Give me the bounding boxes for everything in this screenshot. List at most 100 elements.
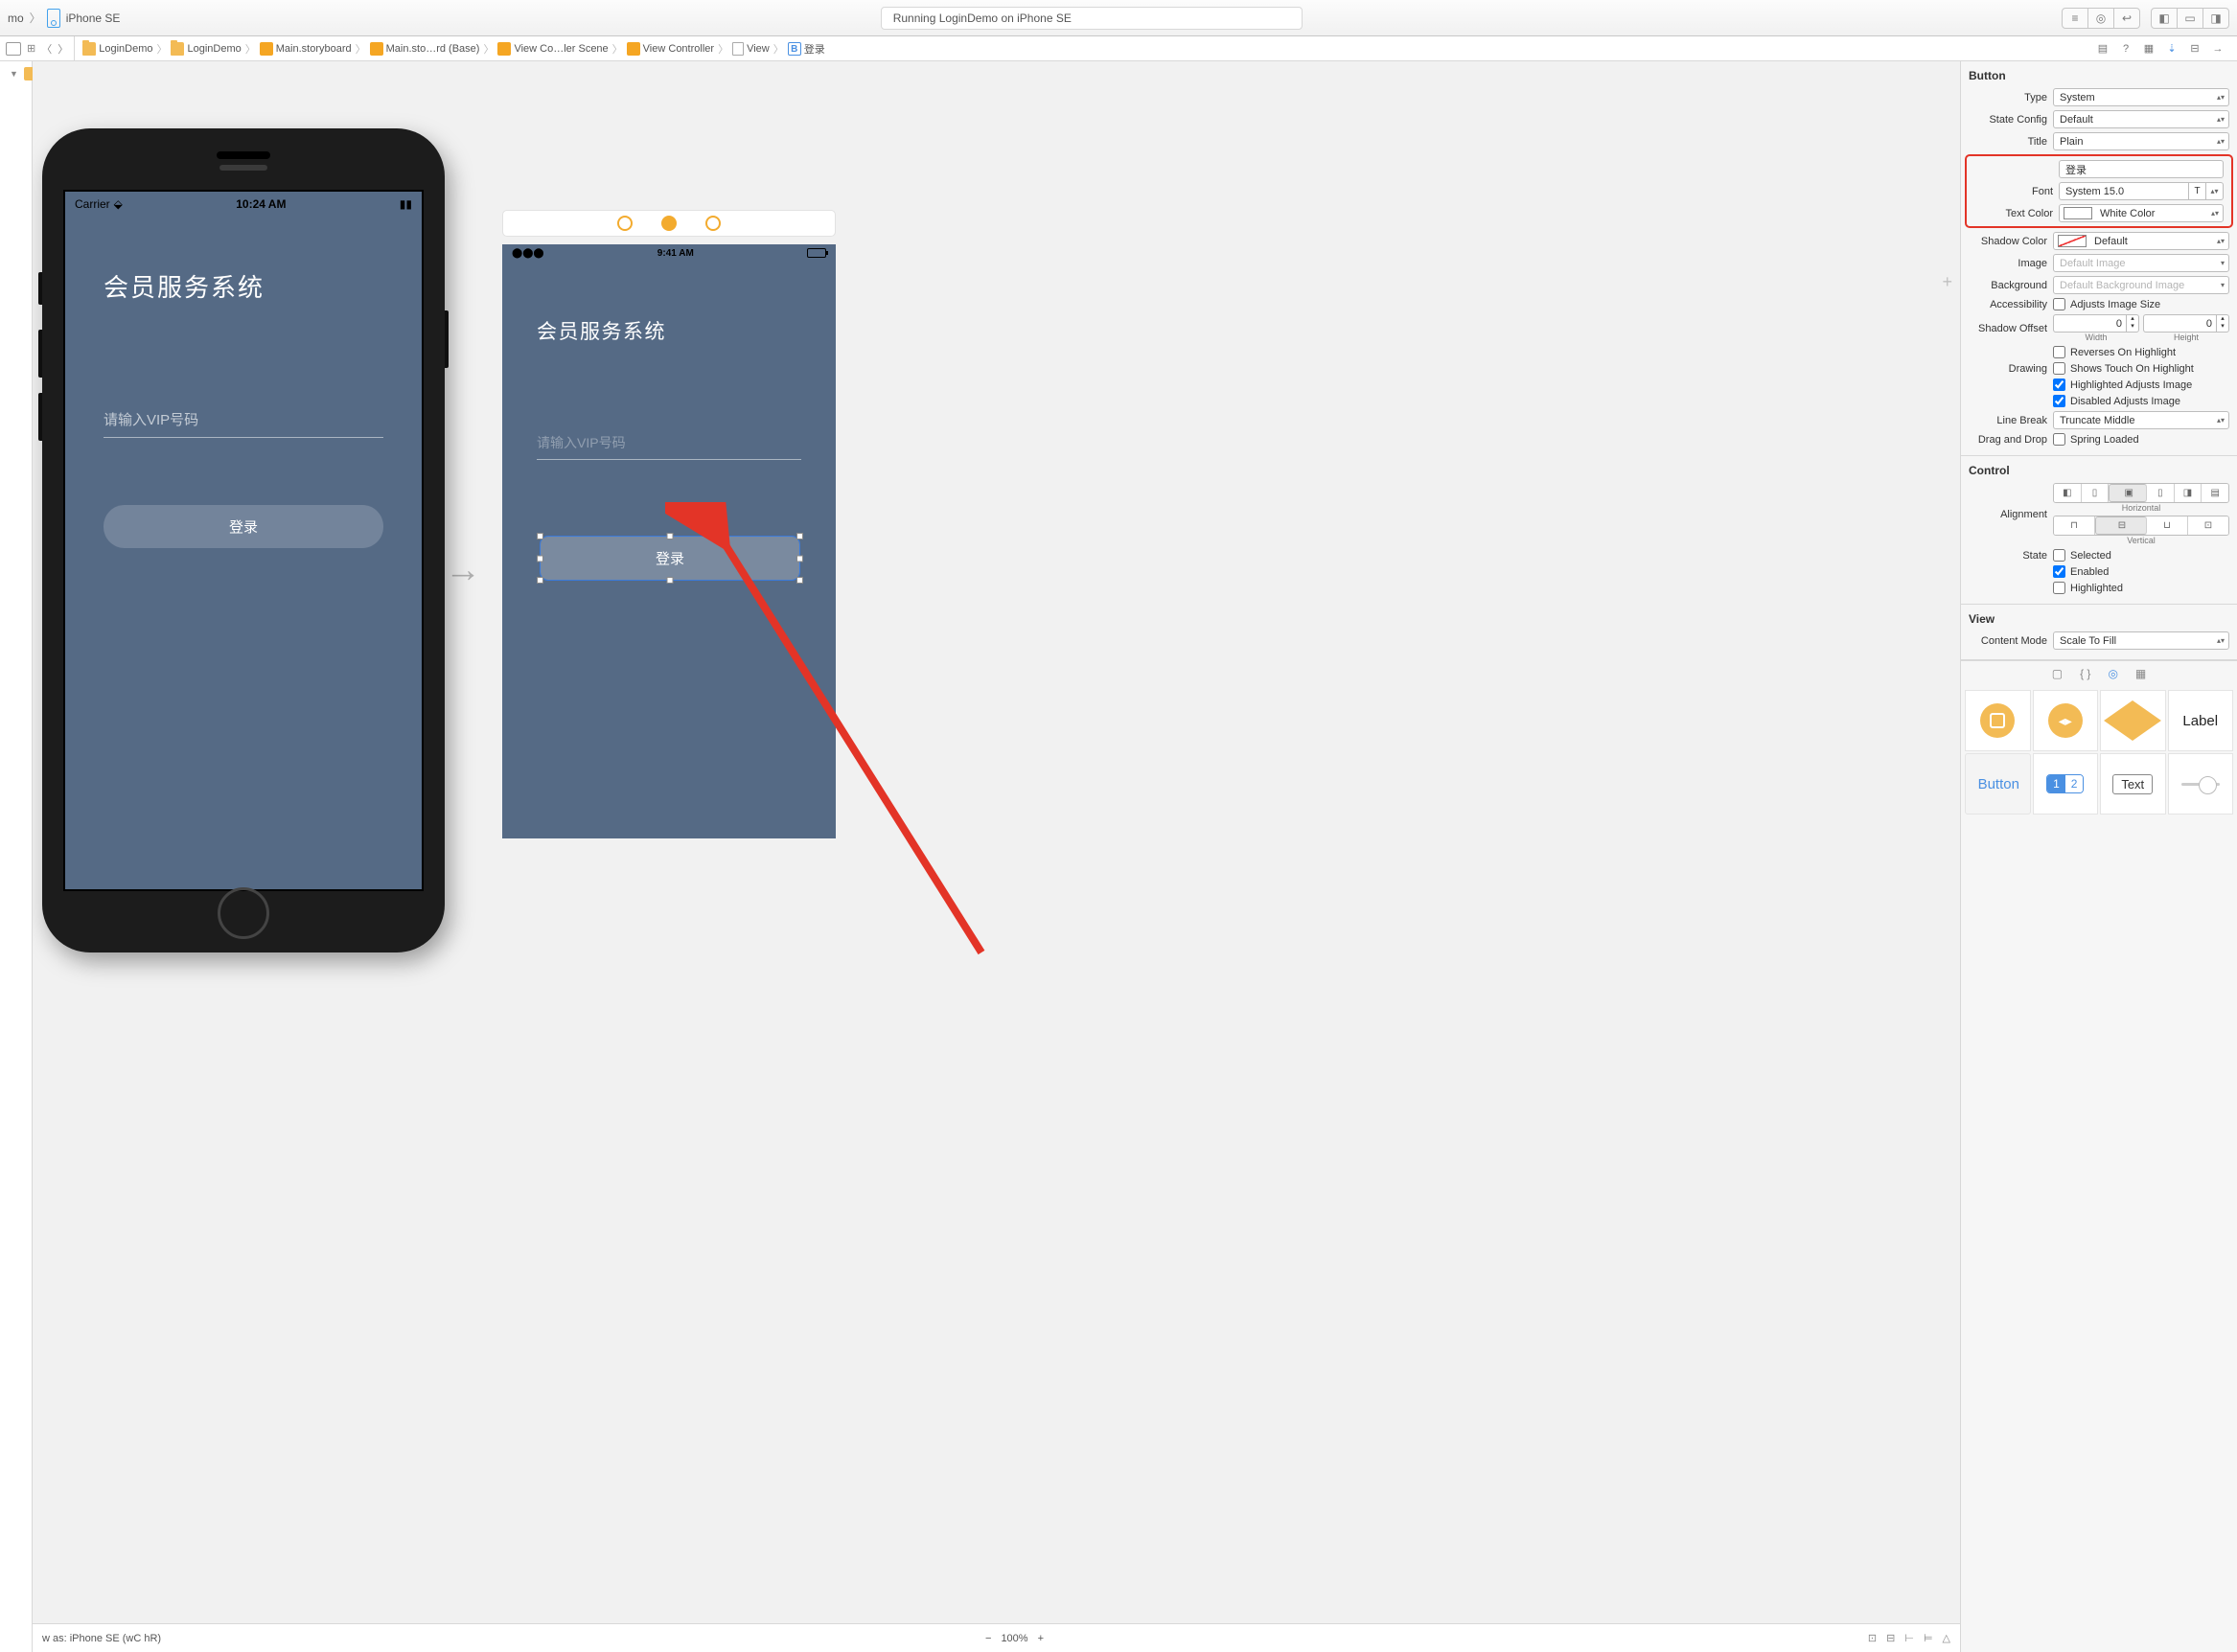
textcolor-select[interactable]: White Color▴▾	[2059, 204, 2224, 222]
resize-handle[interactable]	[796, 533, 803, 539]
stateconfig-select[interactable]: Default▴▾	[2053, 110, 2229, 128]
shadow-height-stepper[interactable]: 0▴▾	[2143, 314, 2229, 333]
breadcrumb[interactable]: LoginDemo〉 LoginDemo〉 Main.storyboard〉 M…	[75, 41, 2091, 57]
wifi-icon: ⬙	[114, 197, 123, 211]
resize-handle[interactable]	[537, 533, 543, 539]
scene-dock[interactable]	[502, 210, 836, 237]
size-inspector-icon[interactable]: ⊟	[2183, 37, 2206, 60]
media-library-tab-icon[interactable]: ▦	[2135, 667, 2146, 680]
initial-vc-arrow-icon[interactable]: →	[445, 550, 481, 591]
identity-inspector-icon[interactable]: ▦	[2137, 37, 2160, 60]
interface-builder-canvas[interactable]: Carrier ⬙ 10:24 AM ▮▮ 会员服务系统 请输入VIP号码 登录…	[33, 61, 1961, 1652]
sim-vip-input[interactable]: 请输入VIP号码	[104, 409, 383, 438]
panel-toggles[interactable]: ◧ ▭ ◨	[2152, 8, 2229, 29]
editor-mode-segmented[interactable]: ≡ ◎ ↩	[2063, 8, 2140, 29]
left-panel-icon[interactable]: ◧	[2151, 8, 2178, 29]
grid-icon[interactable]: ⊞	[27, 42, 35, 55]
sim-app-title: 会员服务系统	[65, 211, 422, 304]
device-name[interactable]: iPhone SE	[66, 11, 121, 25]
sim-login-button[interactable]: 登录	[104, 505, 383, 548]
contentmode-select[interactable]: Scale To Fill▴▾	[2053, 631, 2229, 650]
battery-icon: ▮▮	[400, 197, 412, 211]
zoom-controls[interactable]: − 100% +	[985, 1633, 1044, 1644]
font-t-icon[interactable]: T	[2189, 182, 2206, 200]
stack-icon[interactable]: △	[1943, 1632, 1950, 1644]
file-inspector-icon[interactable]: ▤	[2091, 37, 2114, 60]
image-select[interactable]: Default Image▾	[2053, 254, 2229, 272]
bottom-panel-icon[interactable]: ▭	[2177, 8, 2203, 29]
code-snippet-tab-icon[interactable]: { }	[2080, 667, 2090, 680]
attributes-inspector-icon[interactable]: ⇣	[2160, 37, 2183, 60]
title-type-select[interactable]: Plain▴▾	[2053, 132, 2229, 150]
disclosure-triangle-icon[interactable]: ▼	[10, 69, 18, 79]
attributes-inspector: Button TypeSystem▴▾ State ConfigDefault▴…	[1961, 61, 2237, 1652]
selected-checkbox[interactable]	[2053, 549, 2065, 562]
type-select[interactable]: System▴▾	[2053, 88, 2229, 106]
title-text-input[interactable]: 登录	[2059, 160, 2224, 178]
connections-inspector-icon[interactable]: →	[2206, 37, 2229, 60]
lib-textfield[interactable]: Text	[2100, 753, 2166, 815]
springloaded-checkbox[interactable]	[2053, 433, 2065, 446]
lib-navigationcontroller[interactable]: ◂▸	[2033, 690, 2099, 751]
reverses-checkbox[interactable]	[2053, 346, 2065, 358]
assistant-editor-icon[interactable]: ◎	[2087, 8, 2114, 29]
folder-icon	[171, 42, 184, 56]
shadow-width-stepper[interactable]: 0▴▾	[2053, 314, 2139, 333]
related-items-icon[interactable]	[6, 42, 21, 56]
enabled-checkbox[interactable]	[2053, 565, 2065, 578]
lib-slider[interactable]	[2168, 753, 2234, 815]
inspector-tabs[interactable]: ▤ ? ▦ ⇣ ⊟ →	[2091, 37, 2237, 60]
help-inspector-icon[interactable]: ?	[2114, 37, 2137, 60]
zoom-in-icon[interactable]: +	[1038, 1633, 1044, 1644]
right-panel-icon[interactable]: ◨	[2202, 8, 2229, 29]
ios-simulator-window: Carrier ⬙ 10:24 AM ▮▮ 会员服务系统 请输入VIP号码 登录	[42, 128, 445, 952]
highlighted-checkbox[interactable]	[2053, 582, 2065, 594]
highlighted-adjusts-checkbox[interactable]	[2053, 379, 2065, 391]
document-outline[interactable]: ▼ View Controller Scene	[0, 61, 33, 1652]
pin-icon[interactable]: ⊢	[1904, 1632, 1914, 1644]
linebreak-select[interactable]: Truncate Middle▴▾	[2053, 411, 2229, 429]
adjusts-image-checkbox[interactable]	[2053, 298, 2065, 310]
exit-icon[interactable]	[705, 216, 721, 231]
resize-handle[interactable]	[667, 577, 674, 584]
resize-handle[interactable]	[537, 555, 543, 562]
home-button[interactable]	[218, 887, 269, 939]
back-chevron-icon[interactable]: 〈	[41, 41, 52, 57]
file-template-tab-icon[interactable]: ▢	[2052, 667, 2063, 680]
storyboard-icon	[260, 42, 273, 56]
align-icon[interactable]: ⊟	[1886, 1632, 1895, 1644]
lib-viewcontroller[interactable]	[1965, 690, 2031, 751]
forward-chevron-icon[interactable]: 〉	[58, 41, 68, 57]
lib-button[interactable]: Button	[1965, 753, 2031, 815]
embed-icon[interactable]: ⊡	[1868, 1632, 1877, 1644]
storyboard-scene[interactable]: ⬤⬤⬤ 9:41 AM 会员服务系统 请输入VIP号码 登录	[502, 210, 836, 838]
jump-bar: ⊞ 〈 〉 LoginDemo〉 LoginDemo〉 Main.storybo…	[0, 36, 2237, 61]
storyboard-title-label[interactable]: 会员服务系统	[502, 263, 836, 345]
disabled-adjusts-checkbox[interactable]	[2053, 395, 2065, 407]
showstouch-checkbox[interactable]	[2053, 362, 2065, 375]
resolve-icon[interactable]: ⊨	[1924, 1632, 1933, 1644]
resize-handle[interactable]	[537, 577, 543, 584]
resize-handle[interactable]	[796, 555, 803, 562]
viewcontroller-proxy-icon[interactable]	[617, 216, 633, 231]
lib-cube[interactable]	[2100, 690, 2166, 751]
canvas-footer: w as: iPhone SE (wC hR) − 100% + ⊡ ⊟ ⊢ ⊨…	[33, 1623, 1960, 1652]
lib-label[interactable]: Label	[2168, 690, 2234, 751]
background-select[interactable]: Default Background Image▾	[2053, 276, 2229, 294]
resize-handle[interactable]	[796, 577, 803, 584]
selected-button[interactable]: 登录	[541, 537, 799, 580]
standard-editor-icon[interactable]: ≡	[2062, 8, 2088, 29]
font-picker[interactable]: System 15.0T▴▾	[2059, 182, 2224, 200]
add-constraint-icon[interactable]: +	[1942, 272, 1952, 292]
storyboard-textfield[interactable]: 请输入VIP号码	[537, 433, 801, 460]
object-library-tab-icon[interactable]: ◎	[2108, 667, 2117, 680]
horizontal-alignment[interactable]: ◧▯▣▯◨▤	[2053, 483, 2229, 503]
zoom-out-icon[interactable]: −	[985, 1633, 991, 1644]
first-responder-icon[interactable]	[661, 216, 677, 231]
version-editor-icon[interactable]: ↩	[2113, 8, 2140, 29]
vertical-alignment[interactable]: ⊓⊟⊔⊡	[2053, 516, 2229, 536]
lib-segmented[interactable]: 12	[2033, 753, 2099, 815]
viewas-label[interactable]: w as: iPhone SE (wC hR)	[42, 1633, 161, 1644]
resize-handle[interactable]	[667, 533, 674, 539]
shadowcolor-select[interactable]: Default▴▾	[2053, 232, 2229, 250]
